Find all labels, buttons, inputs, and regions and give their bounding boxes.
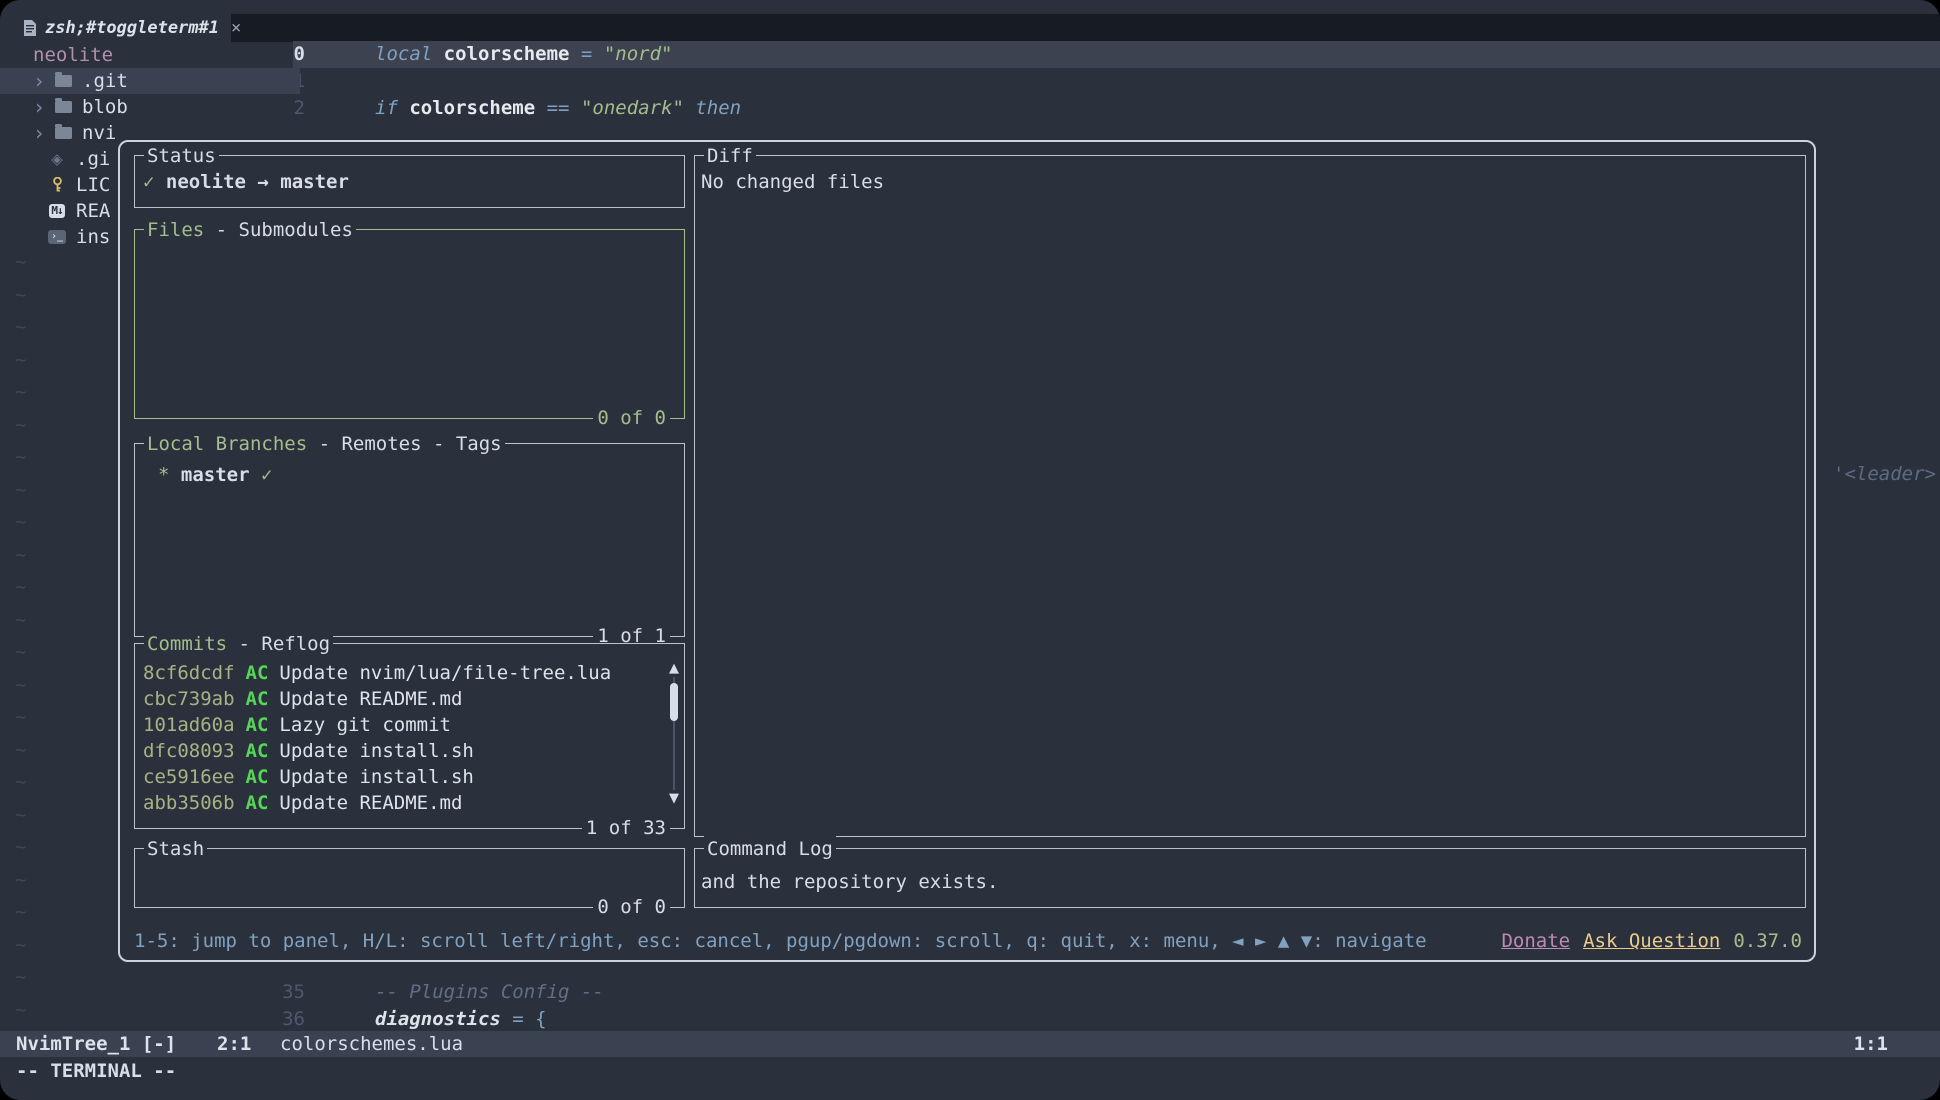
chevron-right-icon[interactable]: ›	[33, 120, 47, 146]
chevron-right-icon[interactable]: ›	[33, 94, 47, 120]
scroll-down-icon[interactable]: ▼	[667, 791, 681, 806]
tree-root-folder[interactable]: neolite	[0, 42, 300, 68]
files-panel-title: Files	[147, 219, 204, 241]
status-panel-title: Status	[147, 145, 216, 167]
gitignore-icon: ◈	[47, 150, 67, 168]
commits-panel-title: Commits	[147, 633, 227, 655]
tab-close-icon[interactable]: ×	[231, 18, 241, 38]
lazygit-float-window: Status ✓ neolite → master Files - Submod…	[118, 140, 1816, 962]
tab-toggleterm[interactable]: zsh;#toggleterm#1 ×	[0, 14, 231, 42]
lazygit-diff-panel[interactable]: Diff No changed files	[694, 155, 1806, 837]
commit-row[interactable]: abb3506bACUpdate README.md	[143, 790, 658, 816]
folder-icon	[53, 127, 73, 139]
folder-icon	[53, 101, 73, 113]
lazygit-commits-panel[interactable]: Commits - Reflog 8cf6dcdfACUpdate nvim/l…	[134, 643, 685, 829]
code-line-35[interactable]: 35 -- Plugins Config --	[0, 979, 1940, 1006]
repo-branch-text: neolite → master	[166, 171, 349, 193]
files-counter: 0 of 0	[593, 405, 670, 431]
tabline: zsh;#toggleterm#1 ×	[0, 14, 1940, 42]
statusline: NvimTree_1 [-] 2:1 colorschemes.lua 1:1	[0, 1031, 1940, 1057]
lazygit-branches-panel[interactable]: Local Branches - Remotes - Tags * master…	[134, 443, 685, 637]
version-label: 0.37.0	[1733, 928, 1802, 954]
line-number: 36	[230, 1006, 305, 1033]
commit-row[interactable]: 8cf6dcdfACUpdate nvim/lua/file-tree.lua	[143, 660, 658, 686]
check-icon: ✓	[143, 171, 154, 193]
lazygit-stash-panel[interactable]: Stash 0 of 0	[134, 848, 685, 908]
commits-scrollbar[interactable]: ▲ ▼	[667, 661, 681, 806]
leader-hint-text: '<leader>	[1833, 461, 1936, 488]
statusline-buffer-name: NvimTree_1 [-]	[16, 1031, 176, 1057]
lazygit-status-panel[interactable]: Status ✓ neolite → master	[134, 155, 685, 208]
statusline-tree-position: 2:1	[217, 1031, 251, 1057]
stash-panel-title: Stash	[147, 838, 204, 860]
commit-row[interactable]: ce5916eeACUpdate install.sh	[143, 764, 658, 790]
tree-item-git[interactable]: › .git	[0, 68, 300, 94]
donate-link[interactable]: Donate	[1501, 928, 1570, 954]
command-log-title: Command Log	[707, 838, 833, 860]
stash-counter: 0 of 0	[593, 894, 670, 920]
commits-counter: 1 of 33	[582, 815, 670, 841]
folder-icon	[53, 75, 73, 87]
scroll-up-icon[interactable]: ▲	[667, 661, 681, 676]
branches-panel-title: Local Branches	[147, 433, 307, 455]
lazygit-keybar: 1-5: jump to panel, H/L: scroll left/rig…	[134, 928, 1802, 954]
commit-row[interactable]: 101ad60aACLazy git commit	[143, 712, 658, 738]
license-key-icon	[47, 177, 67, 193]
shell-script-icon: ›_	[47, 230, 67, 244]
commit-row[interactable]: dfc08093ACUpdate install.sh	[143, 738, 658, 764]
diff-content: No changed files	[701, 169, 1797, 195]
command-log-content: and the repository exists.	[701, 869, 1797, 895]
branch-row[interactable]: * master ✓	[158, 462, 676, 488]
ask-question-link[interactable]: Ask Question	[1583, 928, 1720, 954]
chevron-right-icon[interactable]: ›	[33, 68, 47, 94]
neovim-window: zsh;#toggleterm#1 × neolite › .git › blo…	[0, 0, 1940, 1100]
scrollbar-thumb[interactable]	[670, 683, 678, 721]
file-icon	[23, 20, 37, 37]
tab-title: zsh;#toggleterm#1	[45, 18, 219, 38]
tree-item-blob[interactable]: › blob	[0, 94, 300, 120]
diff-panel-title: Diff	[707, 145, 753, 167]
check-icon: ✓	[261, 464, 272, 486]
keybindings-help-text: 1-5: jump to panel, H/L: scroll left/rig…	[134, 928, 1427, 954]
markdown-icon: M↓	[47, 204, 67, 218]
statusline-filename: colorschemes.lua	[280, 1031, 463, 1057]
line-number: 35	[230, 979, 305, 1006]
mode-indicator: -- TERMINAL --	[16, 1058, 176, 1084]
commit-row[interactable]: cbc739abACUpdate README.md	[143, 686, 658, 712]
code-line-36[interactable]: 36 diagnostics = {	[0, 1006, 1940, 1033]
empty-line-markers: ~ ~ ~ ~ ~ ~ ~ ~ ~ ~ ~ ~ ~ ~ ~ ~ ~ ~ ~ ~ …	[15, 246, 26, 1026]
lazygit-command-log-panel[interactable]: Command Log and the repository exists.	[694, 848, 1806, 908]
lazygit-files-panel[interactable]: Files - Submodules 0 of 0	[134, 229, 685, 419]
statusline-cursor-position: 1:1	[1854, 1031, 1888, 1057]
